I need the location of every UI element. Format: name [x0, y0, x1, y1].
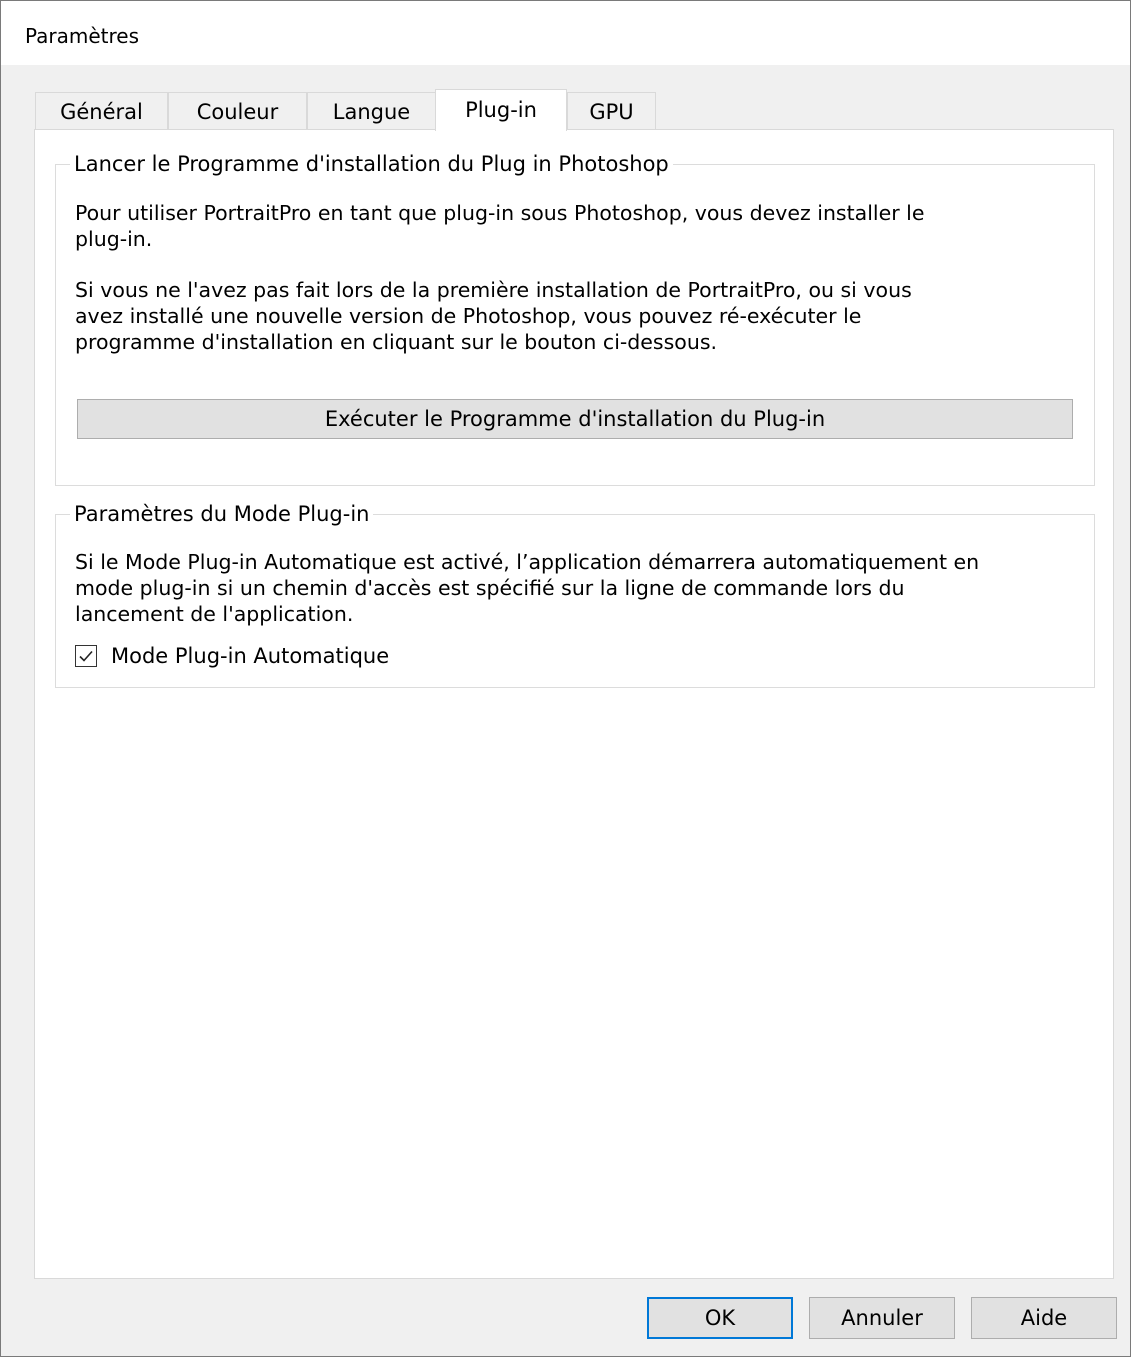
installer-group-legend: Lancer le Programme d'installation du Pl…	[70, 151, 673, 177]
installer-paragraph-2-line-1: Si vous ne l'avez pas fait lors de la pr…	[75, 278, 912, 302]
plugin-mode-group: Paramètres du Mode Plug-in Si le Mode Pl…	[55, 501, 1095, 688]
installer-paragraph-1-line-2: plug-in.	[75, 227, 153, 251]
tab-langue[interactable]: Langue	[307, 92, 436, 130]
plugin-mode-description-line-2: mode plug-in si un chemin d'accès est sp…	[75, 576, 905, 600]
cancel-button[interactable]: Annuler	[809, 1297, 955, 1339]
window-title: Paramètres	[25, 24, 140, 48]
plugin-mode-description-line-3: lancement de l'application.	[75, 602, 354, 626]
title-bar: Paramètres	[1, 1, 1130, 65]
settings-dialog: Paramètres Général Couleur Langue Plug-i…	[0, 0, 1131, 1357]
plug-in-tab-panel: Lancer le Programme d'installation du Pl…	[34, 129, 1114, 1279]
run-plugin-installer-button[interactable]: Exécuter le Programme d'installation du …	[77, 399, 1073, 439]
installer-paragraph-2-line-3: programme d'installation en cliquant sur…	[75, 330, 718, 354]
help-button[interactable]: Aide	[971, 1297, 1117, 1339]
installer-paragraph-2-line-2: avez installé une nouvelle version de Ph…	[75, 304, 862, 328]
tab-plug-in[interactable]: Plug-in	[435, 89, 567, 131]
auto-plugin-mode-label[interactable]: Mode Plug-in Automatique	[111, 643, 389, 669]
ok-button[interactable]: OK	[647, 1297, 793, 1339]
plugin-mode-description-line-1: Si le Mode Plug-in Automatique est activ…	[75, 550, 980, 574]
checkmark-icon	[79, 650, 93, 662]
tab-couleur[interactable]: Couleur	[168, 92, 307, 130]
auto-plugin-mode-checkbox[interactable]	[75, 645, 97, 667]
installer-paragraph-1-line-1: Pour utiliser PortraitPro en tant que pl…	[75, 201, 925, 225]
installer-group: Lancer le Programme d'installation du Pl…	[55, 151, 1095, 486]
tab-gpu[interactable]: GPU	[567, 92, 656, 130]
plugin-mode-group-legend: Paramètres du Mode Plug-in	[70, 501, 374, 527]
tab-general[interactable]: Général	[35, 92, 168, 130]
